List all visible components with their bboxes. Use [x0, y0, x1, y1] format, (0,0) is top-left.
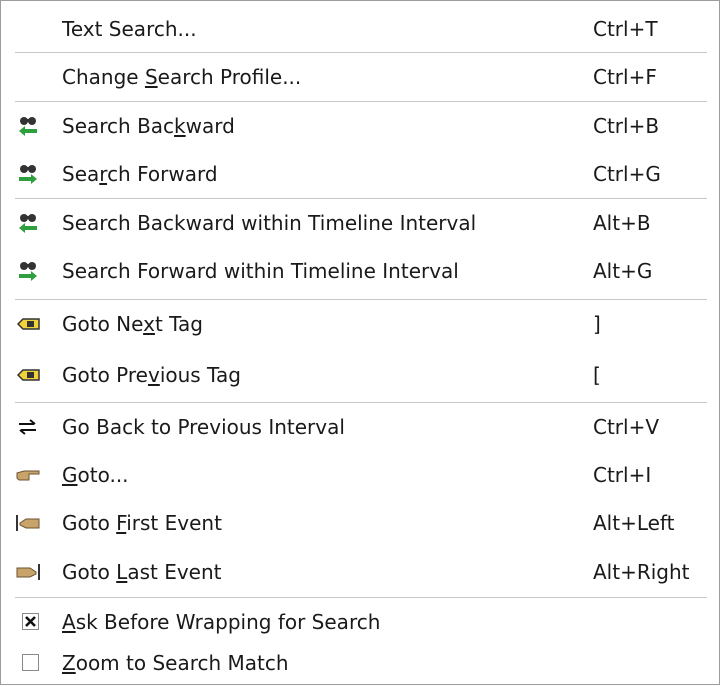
checkmark-x-icon	[25, 616, 36, 627]
menu-item-label: Zoom to Search Match	[62, 651, 289, 675]
checkbox[interactable]	[22, 654, 39, 671]
menu-item-label: Change Search Profile...	[62, 65, 302, 89]
pointing-hand-icon	[15, 463, 41, 487]
shortcut-label: Ctrl+V	[593, 415, 660, 439]
hand-last-icon	[15, 560, 41, 584]
menu-item-label: Search Backward within Timeline Interval	[62, 211, 477, 235]
search-forward-icon	[15, 162, 41, 186]
menu-item-label: Goto First Event	[62, 511, 222, 535]
search-forward-icon	[15, 259, 41, 283]
menu-item-label: Goto Next Tag	[62, 312, 203, 336]
menu-item-goto-last-event[interactable]: Goto Last Event Alt+Right	[1, 548, 719, 596]
search-backward-icon	[15, 114, 41, 138]
menu-item-text-search[interactable]: Text Search... Ctrl+T	[1, 5, 719, 53]
shortcut-label: Ctrl+F	[593, 65, 657, 89]
shortcut-label: Ctrl+G	[593, 162, 661, 186]
shortcut-label: Ctrl+T	[593, 17, 658, 41]
shortcut-label: Alt+Right	[593, 560, 690, 584]
hand-first-icon	[15, 511, 41, 535]
menu-item-label: Search Backward	[62, 114, 235, 138]
swap-arrows-icon	[15, 415, 41, 439]
menu-item-goto[interactable]: Goto... Ctrl+I	[1, 451, 719, 499]
menu-item-search-backward-interval[interactable]: Search Backward within Timeline Interval…	[1, 199, 719, 247]
search-backward-icon	[15, 211, 41, 235]
menu-item-goto-first-event[interactable]: Goto First Event Alt+Left	[1, 499, 719, 547]
menu-item-zoom-to-search-match[interactable]: Zoom to Search Match	[1, 639, 719, 687]
menu-item-go-back-previous-interval[interactable]: Go Back to Previous Interval Ctrl+V	[1, 403, 719, 451]
shortcut-label: Ctrl+I	[593, 463, 652, 487]
shortcut-label: Alt+G	[593, 259, 653, 283]
menu-item-search-forward-interval[interactable]: Search Forward within Timeline Interval …	[1, 247, 719, 295]
shortcut-label: Alt+Left	[593, 511, 675, 535]
tag-icon	[15, 363, 41, 387]
menu-item-label: Text Search...	[62, 17, 197, 41]
checkbox[interactable]	[22, 613, 39, 630]
menu-item-goto-next-tag[interactable]: Goto Next Tag ]	[1, 300, 719, 348]
menu-item-label: Go Back to Previous Interval	[62, 415, 345, 439]
tag-icon	[15, 312, 41, 336]
menu-item-change-search-profile[interactable]: Change Search Profile... Ctrl+F	[1, 53, 719, 101]
shortcut-label: [	[593, 363, 601, 387]
menu-item-label: Goto...	[62, 463, 129, 487]
shortcut-label: Alt+B	[593, 211, 651, 235]
menu-item-label: Goto Previous Tag	[62, 363, 241, 387]
menu-item-search-forward[interactable]: Search Forward Ctrl+G	[1, 150, 719, 198]
menu-item-label: Goto Last Event	[62, 560, 222, 584]
search-menu: Text Search... Ctrl+T Change Search Prof…	[0, 0, 720, 685]
shortcut-label: ]	[593, 312, 601, 336]
menu-item-goto-previous-tag[interactable]: Goto Previous Tag [	[1, 351, 719, 399]
menu-item-label: Search Forward	[62, 162, 218, 186]
menu-item-search-backward[interactable]: Search Backward Ctrl+B	[1, 102, 719, 150]
menu-item-label: Search Forward within Timeline Interval	[62, 259, 459, 283]
shortcut-label: Ctrl+B	[593, 114, 660, 138]
